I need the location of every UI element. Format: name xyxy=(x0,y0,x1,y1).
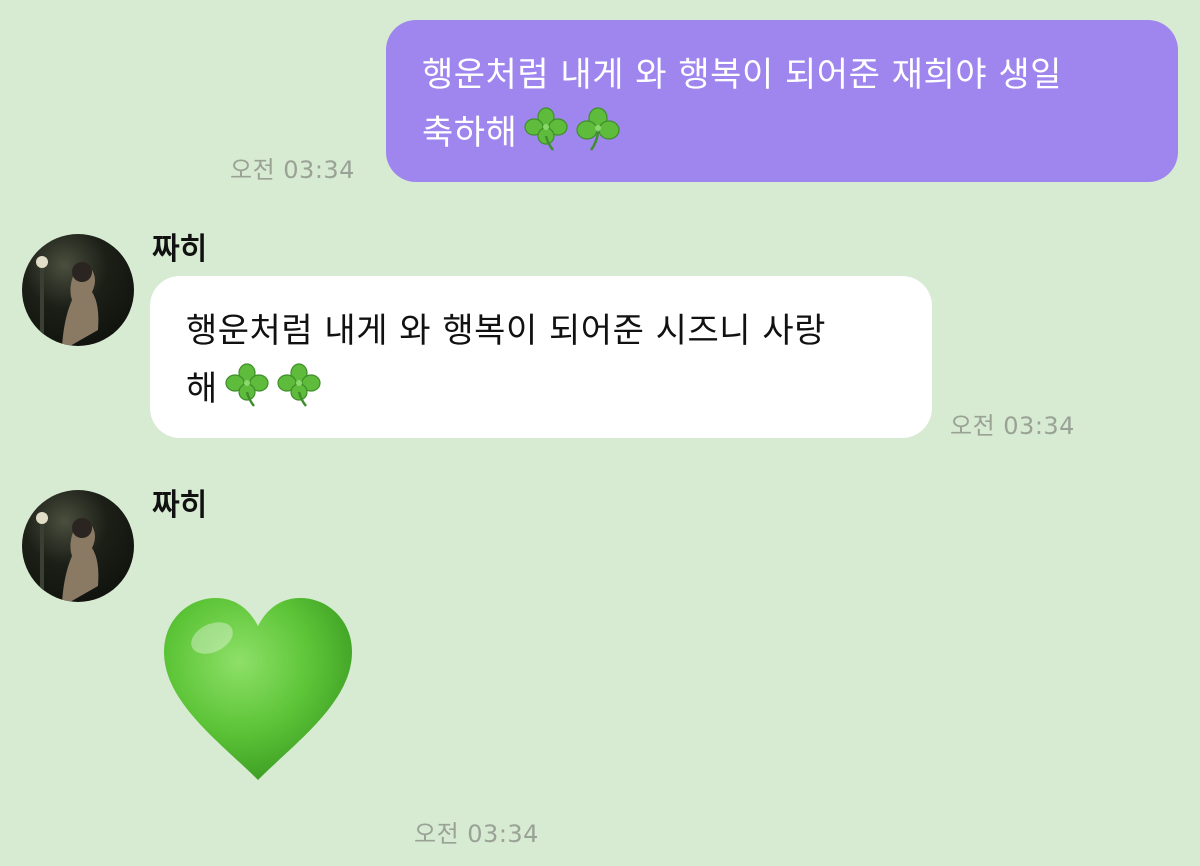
message-text-line-2: 축하해 xyxy=(422,104,1138,170)
message-text-line: 행운처럼 내게 와 행복이 되어준 시즈니 사랑 xyxy=(186,311,826,351)
incoming-message-bubble[interactable]: 행운처럼 내게 와 행복이 되어준 시즈니 사랑 해 xyxy=(150,276,932,438)
clover-icon xyxy=(224,362,270,426)
avatar[interactable] xyxy=(22,234,134,346)
message-text: 축하해 xyxy=(422,113,518,153)
message-time: 오전 03:34 xyxy=(230,156,355,184)
green-heart-icon[interactable] xyxy=(160,592,356,792)
shamrock-icon xyxy=(575,106,621,170)
message-text-line-2: 해 xyxy=(186,360,892,426)
message-time: 오전 03:34 xyxy=(414,820,539,848)
message-text-line: 행운처럼 내게 와 행복이 되어준 재희야 생일 xyxy=(422,55,1062,95)
message-text: 해 xyxy=(186,369,218,409)
message-time: 오전 03:34 xyxy=(950,412,1075,440)
sender-name: 짜히 xyxy=(152,232,208,267)
outgoing-message-bubble[interactable]: 행운처럼 내게 와 행복이 되어준 재희야 생일 축하해 xyxy=(386,20,1178,182)
avatar[interactable] xyxy=(22,490,134,602)
sender-name: 짜히 xyxy=(152,488,208,523)
clover-icon xyxy=(523,106,569,170)
clover-icon xyxy=(276,362,322,426)
